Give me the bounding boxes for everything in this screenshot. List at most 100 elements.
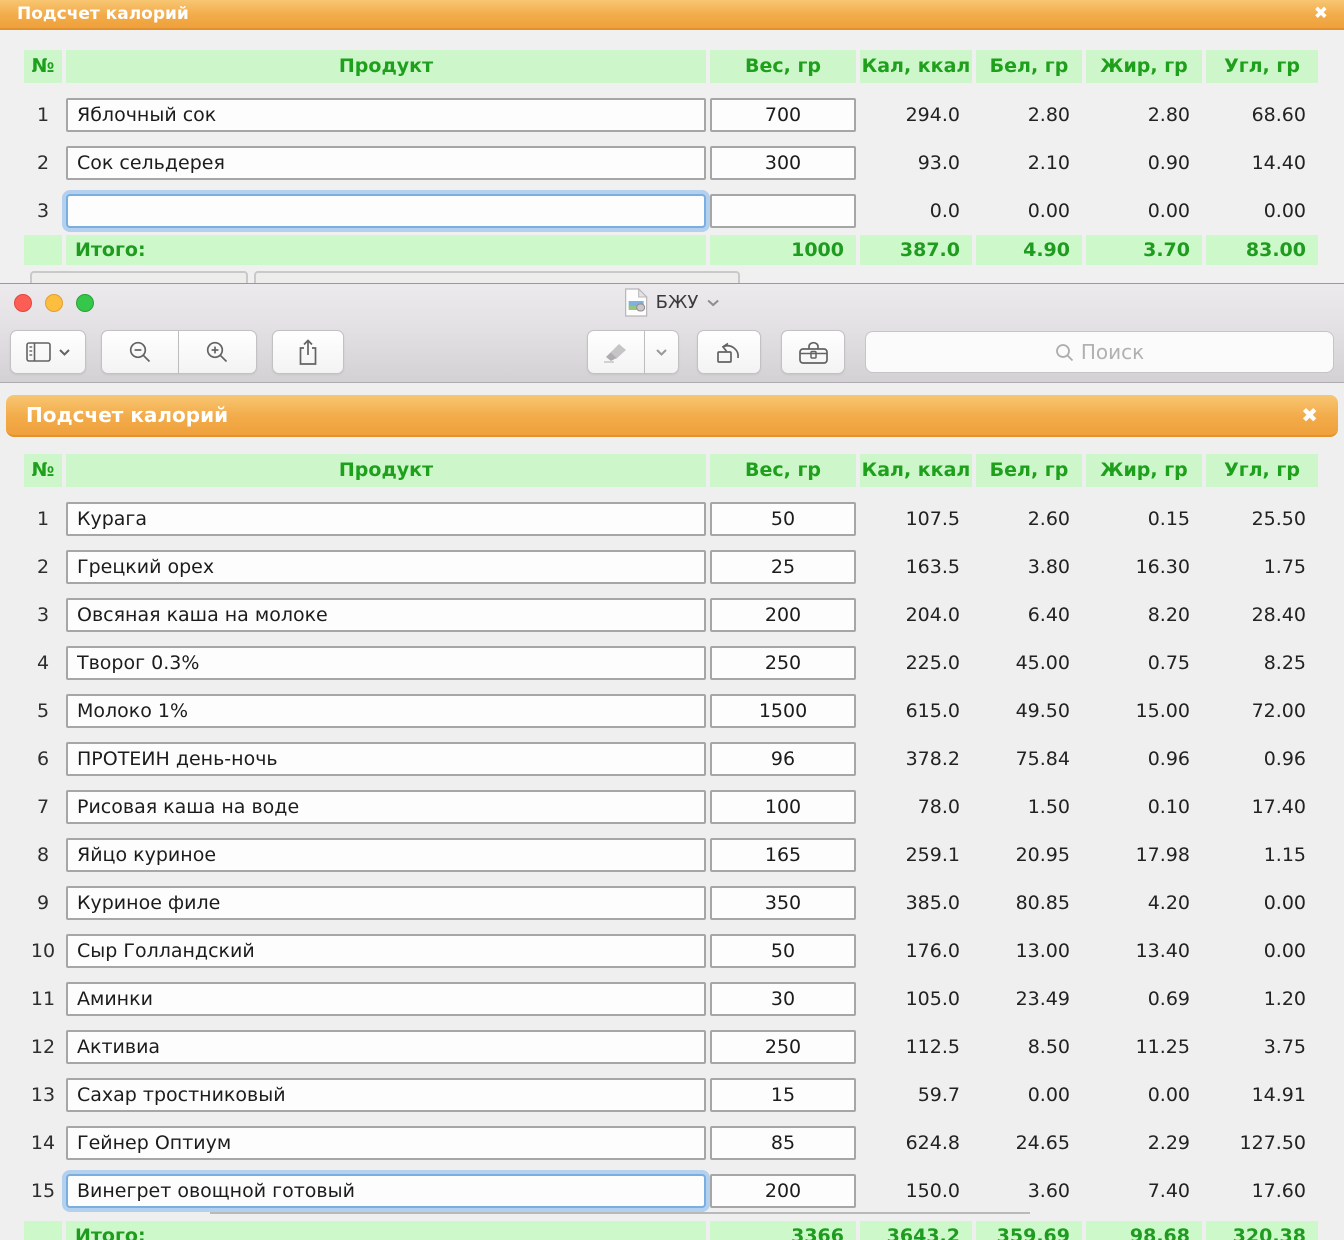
zoom-window-button[interactable] <box>76 294 94 312</box>
product-input[interactable] <box>66 98 706 132</box>
carbs-value: 1.20 <box>1206 988 1318 1010</box>
carbs-value: 3.75 <box>1206 1036 1318 1058</box>
product-input[interactable] <box>66 194 706 228</box>
product-input[interactable] <box>66 1126 706 1160</box>
weight-input[interactable] <box>710 598 856 632</box>
totals-num-cell <box>24 1221 62 1240</box>
table-row: 6378.275.840.960.96 <box>24 735 1318 783</box>
product-input[interactable] <box>66 982 706 1016</box>
weight-input[interactable] <box>710 790 856 824</box>
weight-input[interactable] <box>710 646 856 680</box>
product-input[interactable] <box>66 146 706 180</box>
product-input[interactable] <box>66 838 706 872</box>
fat-value: 17.98 <box>1086 844 1202 866</box>
row-number: 2 <box>24 152 62 174</box>
row-number: 7 <box>24 796 62 818</box>
protein-value: 24.65 <box>976 1132 1082 1154</box>
table-row: 10176.013.0013.400.00 <box>24 927 1318 975</box>
table-header-row: № Продукт Вес, гр Кал, ккал Бел, гр Жир,… <box>24 50 1318 83</box>
table-row: 15150.03.607.4017.60 <box>24 1167 1318 1215</box>
weight-input[interactable] <box>710 194 856 228</box>
table-row: 1359.70.000.0014.91 <box>24 1071 1318 1119</box>
table-row: 14624.824.652.29127.50 <box>24 1119 1318 1167</box>
row-number: 4 <box>24 652 62 674</box>
weight-input[interactable] <box>710 98 856 132</box>
zoom-segmented-control <box>101 330 257 374</box>
weight-input[interactable] <box>710 838 856 872</box>
sidebar-view-button[interactable] <box>10 330 86 374</box>
carbs-value: 1.15 <box>1206 844 1318 866</box>
zoom-in-button[interactable] <box>179 330 257 374</box>
rotate-left-button[interactable] <box>697 330 761 374</box>
minimize-window-button[interactable] <box>45 294 63 312</box>
table-row: 5615.049.5015.0072.00 <box>24 687 1318 735</box>
traffic-lights <box>14 294 94 312</box>
row-number: 1 <box>24 104 62 126</box>
highlighter-dropdown-button[interactable] <box>645 330 679 374</box>
share-button[interactable] <box>272 330 344 374</box>
protein-value: 0.00 <box>976 1084 1082 1106</box>
search-input[interactable]: Поиск <box>865 331 1334 373</box>
table-row: 1107.52.600.1525.50 <box>24 495 1318 543</box>
product-input[interactable] <box>66 646 706 680</box>
weight-input[interactable] <box>710 694 856 728</box>
close-icon[interactable]: ✖ <box>1314 6 1328 23</box>
title-chevron-down-icon[interactable] <box>706 299 719 307</box>
product-input[interactable] <box>66 1030 706 1064</box>
weight-input[interactable] <box>710 1078 856 1112</box>
product-input[interactable] <box>66 550 706 584</box>
product-input[interactable] <box>66 598 706 632</box>
carbs-value: 0.00 <box>1206 892 1318 914</box>
product-input[interactable] <box>66 790 706 824</box>
col-product: Продукт <box>66 454 706 487</box>
clipped-widget <box>254 271 740 283</box>
weight-input[interactable] <box>710 146 856 180</box>
row-number: 5 <box>24 700 62 722</box>
window-title-group[interactable]: БЖУ <box>625 288 720 317</box>
totals-weight: 1000 <box>710 235 856 265</box>
calorie-panel-top: Подсчет калорий ✖ № Продукт Вес, гр Кал,… <box>0 0 1344 283</box>
fat-value: 0.69 <box>1086 988 1202 1010</box>
product-input[interactable] <box>66 502 706 536</box>
carbs-value: 68.60 <box>1206 104 1318 126</box>
table-row: 778.01.500.1017.40 <box>24 783 1318 831</box>
protein-value: 2.80 <box>976 104 1082 126</box>
product-input[interactable] <box>66 742 706 776</box>
product-input[interactable] <box>66 934 706 968</box>
protein-value: 2.60 <box>976 508 1082 530</box>
weight-input[interactable] <box>710 550 856 584</box>
product-input[interactable] <box>66 1174 706 1208</box>
close-icon[interactable]: ✖ <box>1301 405 1318 425</box>
calories-value: 59.7 <box>860 1084 972 1106</box>
weight-input[interactable] <box>710 886 856 920</box>
weight-input[interactable] <box>710 982 856 1016</box>
table-row: 2163.53.8016.301.75 <box>24 543 1318 591</box>
zoom-out-button[interactable] <box>101 330 179 374</box>
weight-input[interactable] <box>710 934 856 968</box>
titlebar: БЖУ <box>0 284 1344 322</box>
calories-value: 93.0 <box>860 152 972 174</box>
horizontal-scrollbar[interactable] <box>210 1212 1030 1214</box>
weight-input[interactable] <box>710 1174 856 1208</box>
close-window-button[interactable] <box>14 294 32 312</box>
search-icon <box>1055 343 1074 362</box>
highlighter-button[interactable] <box>587 330 645 374</box>
product-input[interactable] <box>66 886 706 920</box>
weight-input[interactable] <box>710 502 856 536</box>
weight-input[interactable] <box>710 742 856 776</box>
col-calories: Кал, ккал <box>860 454 972 487</box>
fat-value: 8.20 <box>1086 604 1202 626</box>
protein-value: 8.50 <box>976 1036 1082 1058</box>
weight-input[interactable] <box>710 1126 856 1160</box>
row-number: 15 <box>24 1180 62 1202</box>
panel-header: Подсчет калорий ✖ <box>0 0 1344 30</box>
product-input[interactable] <box>66 1078 706 1112</box>
product-input[interactable] <box>66 694 706 728</box>
totals-fat: 3.70 <box>1086 235 1202 265</box>
markup-toolbox-button[interactable] <box>781 330 845 374</box>
protein-value: 45.00 <box>976 652 1082 674</box>
row-number: 9 <box>24 892 62 914</box>
weight-input[interactable] <box>710 1030 856 1064</box>
table-row: 9385.080.854.200.00 <box>24 879 1318 927</box>
col-weight: Вес, гр <box>710 50 856 83</box>
